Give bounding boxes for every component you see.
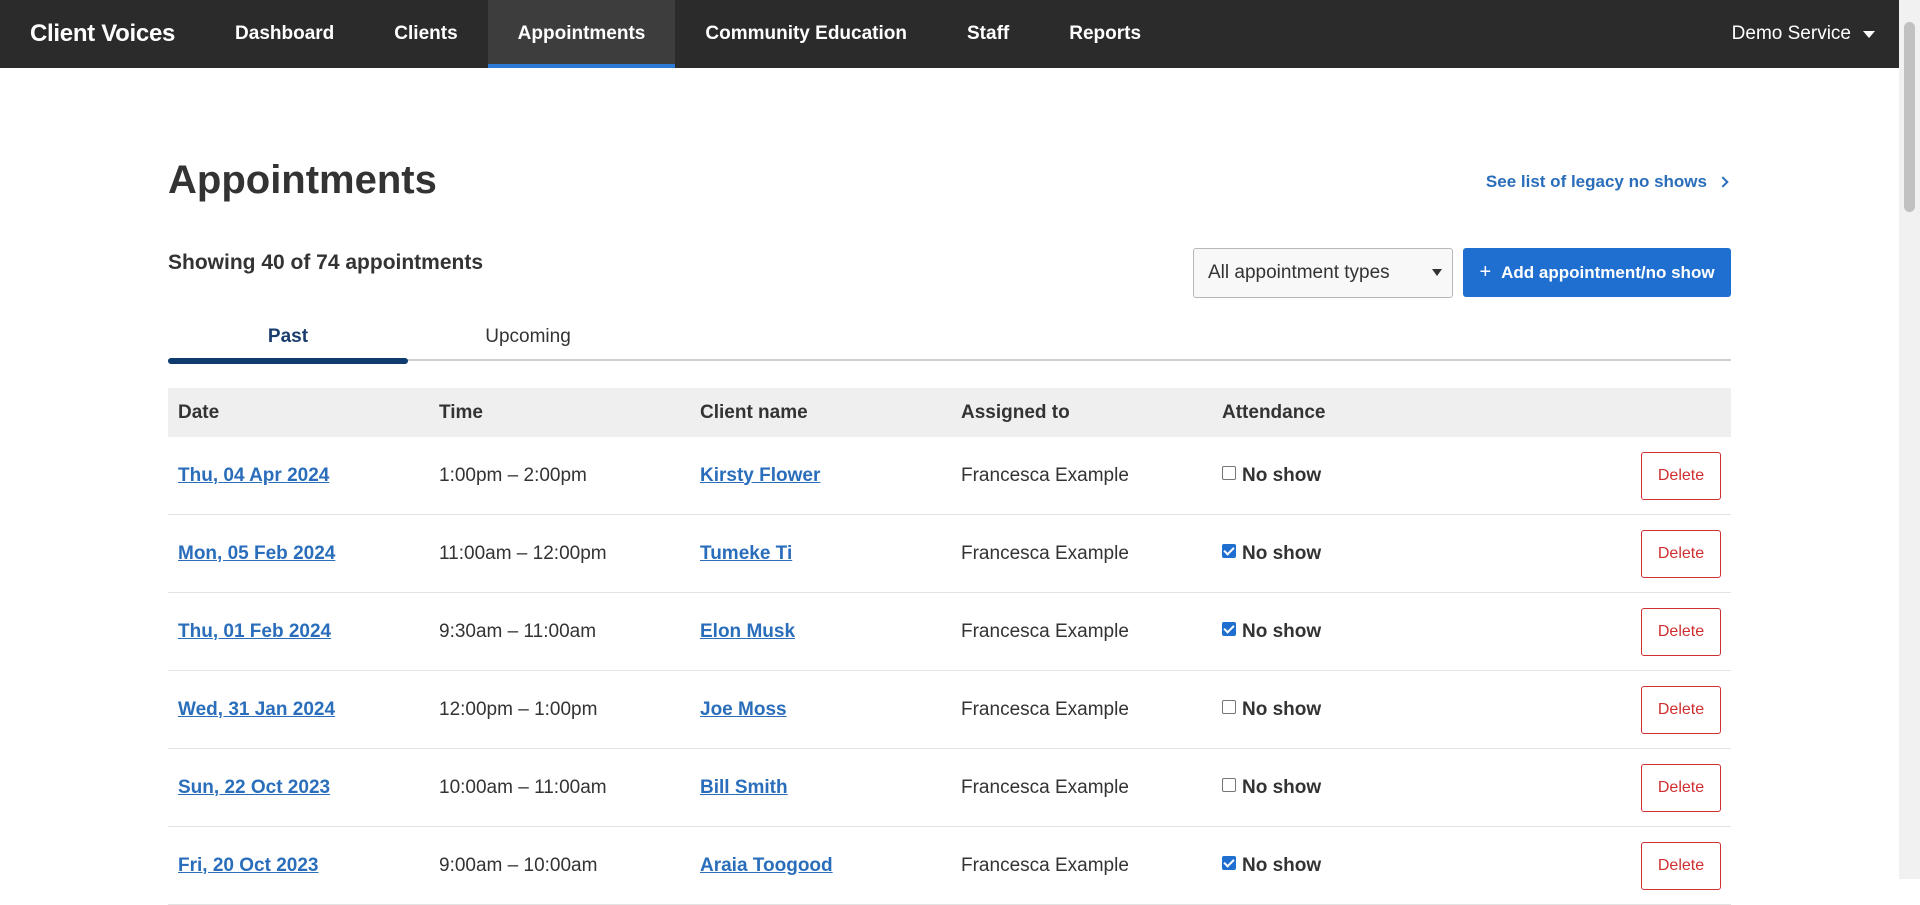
assigned-to: Francesca Example	[961, 776, 1129, 798]
delete-button[interactable]: Delete	[1641, 841, 1721, 890]
appointment-time: 1:00pm – 2:00pm	[439, 464, 587, 486]
no-show-label: No show	[1242, 698, 1322, 720]
service-name: Demo Service	[1731, 23, 1851, 44]
nav-dashboard[interactable]: Dashboard	[205, 0, 364, 68]
appointment-tabs: Past Upcoming	[168, 313, 1731, 364]
appointment-time: 9:00am – 10:00am	[439, 854, 598, 876]
no-show-checkbox[interactable]	[1222, 777, 1236, 792]
page-scrollbar[interactable]	[1899, 0, 1920, 879]
client-name-link[interactable]: Bill Smith	[700, 777, 788, 798]
no-show-checkbox[interactable]	[1222, 699, 1236, 714]
header-time: Time	[439, 401, 484, 423]
results-count: Showing 40 of 74 appointments	[168, 251, 484, 274]
legacy-no-shows-link[interactable]: See list of legacy no shows	[1486, 172, 1731, 192]
table-row: Mon, 05 Feb 2024 11:00am – 12:00pm Tumek…	[168, 515, 1731, 593]
caret-down-icon	[1432, 269, 1442, 276]
tab-past[interactable]: Past	[168, 313, 408, 364]
brand-logo[interactable]: Client Voices	[30, 20, 175, 48]
page-title: Appointments	[168, 158, 437, 202]
appointment-date-link[interactable]: Thu, 04 Apr 2024	[178, 465, 329, 486]
add-appointment-button[interactable]: + Add appointment/no show	[1463, 248, 1731, 297]
client-name-link[interactable]: Araia Toogood	[700, 855, 833, 876]
table-row: Thu, 01 Feb 2024 9:30am – 11:00am Elon M…	[168, 593, 1731, 671]
appointment-time: 11:00am – 12:00pm	[439, 542, 607, 564]
appointments-table: Date Time Client name Assigned to Attend…	[168, 388, 1731, 905]
delete-button[interactable]: Delete	[1641, 451, 1721, 500]
appointment-time: 12:00pm – 1:00pm	[439, 698, 598, 720]
no-show-label: No show	[1242, 854, 1322, 876]
header-assigned-to: Assigned to	[961, 401, 1070, 423]
no-show-checkbox[interactable]	[1222, 621, 1236, 636]
assigned-to: Francesca Example	[961, 698, 1129, 720]
nav-clients[interactable]: Clients	[364, 0, 487, 68]
scrollbar-thumb[interactable]	[1904, 22, 1915, 212]
legacy-no-shows-label: See list of legacy no shows	[1485, 172, 1707, 191]
client-name-link[interactable]: Joe Moss	[700, 699, 787, 720]
client-name-link[interactable]: Tumeke Ti	[700, 543, 792, 564]
table-header: Date Time Client name Assigned to Attend…	[168, 388, 1731, 437]
no-show-label: No show	[1242, 620, 1322, 642]
no-show-checkbox[interactable]	[1222, 465, 1236, 480]
service-switcher[interactable]: Demo Service	[1732, 23, 1875, 45]
appointment-date-link[interactable]: Thu, 01 Feb 2024	[178, 621, 331, 642]
no-show-label: No show	[1242, 464, 1322, 486]
delete-button[interactable]: Delete	[1641, 685, 1721, 734]
top-navigation-bar: Client Voices Dashboard Clients Appointm…	[0, 0, 1899, 68]
no-show-label: No show	[1242, 542, 1322, 564]
table-row: Fri, 20 Oct 2023 9:00am – 10:00am Araia …	[168, 827, 1731, 905]
appointment-time: 10:00am – 11:00am	[439, 776, 607, 798]
appointment-date-link[interactable]: Mon, 05 Feb 2024	[178, 543, 335, 564]
plus-icon: +	[1479, 261, 1492, 283]
table-row: Thu, 04 Apr 2024 1:00pm – 2:00pm Kirsty …	[168, 437, 1731, 515]
header-date: Date	[178, 401, 220, 423]
nav-staff[interactable]: Staff	[937, 0, 1039, 68]
header-attendance: Attendance	[1222, 401, 1326, 423]
no-show-checkbox[interactable]	[1222, 543, 1236, 558]
appointment-date-link[interactable]: Sun, 22 Oct 2023	[178, 777, 330, 798]
no-show-checkbox[interactable]	[1222, 855, 1236, 870]
appointment-time: 9:30am – 11:00am	[439, 620, 597, 642]
tab-upcoming[interactable]: Upcoming	[408, 313, 648, 361]
chevron-right-icon	[1717, 176, 1729, 188]
appointment-type-select[interactable]: All appointment types	[1193, 248, 1453, 298]
delete-button[interactable]: Delete	[1641, 763, 1721, 812]
no-show-label: No show	[1242, 776, 1322, 798]
assigned-to: Francesca Example	[961, 464, 1129, 486]
appointment-type-selected: All appointment types	[1208, 262, 1390, 283]
header-client-name: Client name	[700, 401, 808, 423]
client-name-link[interactable]: Kirsty Flower	[700, 465, 820, 486]
add-appointment-label: Add appointment/no show	[1501, 262, 1715, 282]
nav-reports[interactable]: Reports	[1039, 0, 1171, 68]
nav-appointments[interactable]: Appointments	[487, 0, 676, 68]
assigned-to: Francesca Example	[961, 854, 1129, 876]
delete-button[interactable]: Delete	[1641, 529, 1721, 578]
appointment-date-link[interactable]: Wed, 31 Jan 2024	[178, 699, 335, 720]
assigned-to: Francesca Example	[961, 620, 1129, 642]
client-name-link[interactable]: Elon Musk	[700, 621, 795, 642]
appointment-date-link[interactable]: Fri, 20 Oct 2023	[178, 855, 318, 876]
nav-community-education[interactable]: Community Education	[675, 0, 937, 68]
caret-down-icon	[1863, 30, 1875, 38]
assigned-to: Francesca Example	[961, 542, 1129, 564]
delete-button[interactable]: Delete	[1641, 607, 1721, 656]
nav-links: Dashboard Clients Appointments Community…	[205, 0, 1171, 68]
table-row: Sun, 22 Oct 2023 10:00am – 11:00am Bill …	[168, 749, 1731, 827]
table-row: Wed, 31 Jan 2024 12:00pm – 1:00pm Joe Mo…	[168, 671, 1731, 749]
